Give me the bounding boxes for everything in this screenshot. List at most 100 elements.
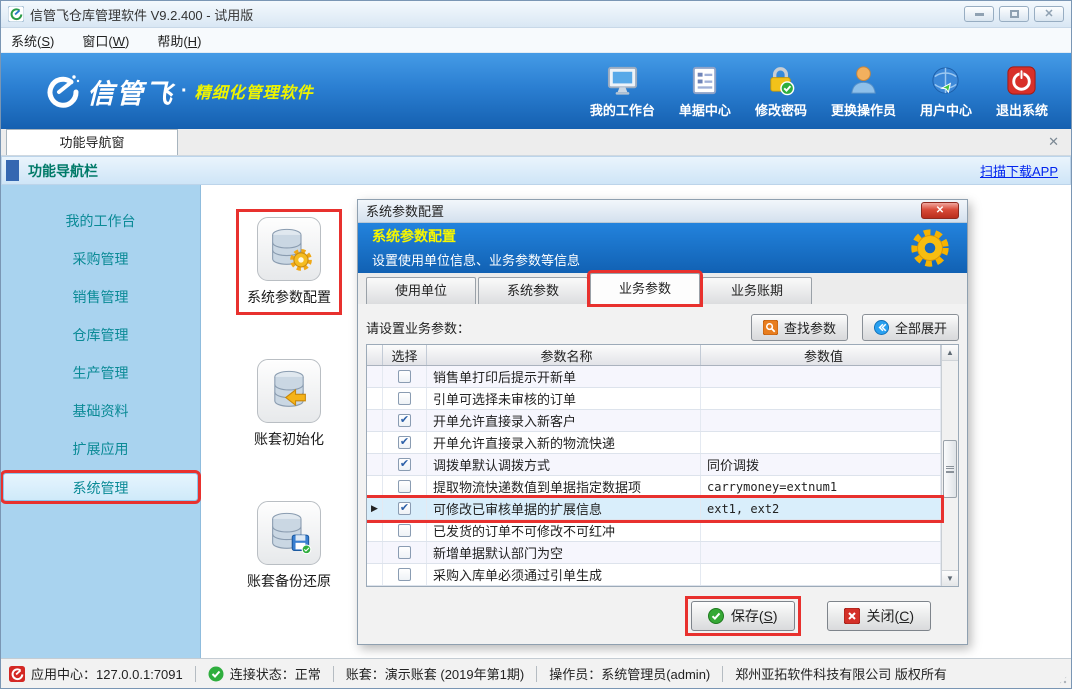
brand-logo-icon [41,71,81,111]
row-checkbox[interactable] [398,502,411,515]
toolbar-switch-operator[interactable]: 更换操作员 [822,60,905,123]
sidebar-item-purchase[interactable]: 采购管理 [3,245,198,273]
param-value: carrymoney=extnum1 [701,476,941,497]
expand-all-icon [874,320,889,335]
minimize-button[interactable] [964,6,994,22]
power-icon [1005,64,1038,97]
dialog-tab-company-info[interactable]: 使用单位 [366,277,476,304]
close-button[interactable]: ✕ [1034,6,1064,22]
row-indicator [367,432,383,453]
toolbar-my-workbench[interactable]: 我的工作台 [581,60,664,123]
table-row[interactable]: 引单可选择未审核的订单 [367,388,941,410]
save-button[interactable]: 保存(S) [691,601,795,631]
table-row[interactable]: 提取物流快递数值到单据指定数据项carrymoney=extnum1 [367,476,941,498]
maximize-button[interactable] [999,6,1029,22]
table-row[interactable]: ▶可修改已审核单据的扩展信息ext1, ext2 [367,498,941,520]
content-area: 我的工作台采购管理销售管理仓库管理生产管理基础资料扩展应用系统管理 系统参数配置… [1,185,1071,658]
find-params-button[interactable]: 查找参数 [751,314,848,341]
param-value: ext1, ext2 [701,498,941,519]
row-checkbox[interactable] [398,392,411,405]
indicator-column-header [367,345,383,365]
row-checkbox[interactable] [398,480,411,493]
dialog-tab-system-params[interactable]: 系统参数 [478,277,588,304]
row-checkbox[interactable] [398,414,411,427]
table-row[interactable]: 销售单打印后提示开新单 [367,366,941,388]
scroll-up-icon[interactable]: ▲ [942,345,958,361]
status-app-center: 应用中心：127.0.0.1:7091 [9,664,183,683]
param-value [701,520,941,541]
menu-system[interactable]: 系统(S) [11,31,54,50]
row-indicator [367,542,383,563]
toolbar-button-label: 单据中心 [679,100,731,119]
dialog-banner: 系统参数配置 设置使用单位信息、业务参数等信息 [358,223,967,273]
tab-function-nav[interactable]: 功能导航窗 [6,129,178,155]
shortcut-system-params-config[interactable]: 系统参数配置 [236,209,342,315]
toolbar-exit-system[interactable]: 退出系统 [987,60,1057,123]
vertical-scrollbar[interactable]: ▲ ▼ [941,345,958,586]
system-params-dialog: 系统参数配置 ✕ 系统参数配置 设置使用单位信息、业务参数等信息 使用单位系统参… [357,199,968,645]
dialog-close-button[interactable]: ✕ [921,202,959,219]
nav-header: 功能导航栏 扫描下载APP [1,156,1071,185]
param-name: 开单允许直接录入新的物流快递 [427,432,701,453]
window-title: 信管飞仓库管理软件 V9.2.400 - 试用版 [30,5,253,24]
shortcut-account-backup-restore[interactable]: 账套备份还原 [236,493,342,599]
minimize-icon [975,13,984,16]
toolbar-document-center[interactable]: 单据中心 [670,60,740,123]
tab-close-icon[interactable]: ✕ [1048,134,1059,150]
dialog-tab-business-params[interactable]: 业务参数 [590,273,700,304]
table-row[interactable]: 开单允许直接录入新客户 [367,410,941,432]
row-checkbox[interactable] [398,458,411,471]
table-row[interactable]: 采购入库单必须通过引单生成 [367,564,941,586]
sidebar-item-production[interactable]: 生产管理 [3,359,198,387]
expand-all-button[interactable]: 全部展开 [862,314,959,341]
table-row[interactable]: 已发货的订单不可修改不可红冲 [367,520,941,542]
sidebar-item-sales[interactable]: 销售管理 [3,283,198,311]
row-checkbox[interactable] [398,546,411,559]
nav-header-icon [6,160,19,181]
database-arrow-icon[interactable] [257,359,321,423]
dialog-tab-business-periods[interactable]: 业务账期 [702,277,812,304]
maximize-icon [1010,10,1019,18]
table-row[interactable]: 新增单据默认部门为空 [367,542,941,564]
row-checkbox[interactable] [398,436,411,449]
row-checkbox[interactable] [398,524,411,537]
row-indicator: ▶ [367,498,383,519]
download-app-link[interactable]: 扫描下载APP [980,161,1058,180]
row-checkbox[interactable] [398,370,411,383]
document-icon [688,64,721,97]
save-highlight: 保存(S) [685,596,801,636]
brand: 信管飞 · 精细化管理软件 [41,71,314,111]
scroll-thumb[interactable] [943,440,957,498]
dialog-close-footer-button[interactable]: 关闭(C) [827,601,931,631]
sidebar: 我的工作台采购管理销售管理仓库管理生产管理基础资料扩展应用系统管理 [1,185,201,658]
toolbar-user-center[interactable]: 用户中心 [911,60,981,123]
param-name: 引单可选择未审核的订单 [427,388,701,409]
sidebar-item-system-admin[interactable]: 系统管理 [3,473,198,501]
toolbar-change-password[interactable]: 修改密码 [746,60,816,123]
param-value: 同价调拨 [701,454,941,475]
param-value [701,432,941,453]
menu-window[interactable]: 窗口(W) [82,31,129,50]
database-backup-icon[interactable] [257,501,321,565]
shortcut-list: 系统参数配置账套初始化账套备份还原 [221,209,357,599]
table-row[interactable]: 调拨单默认调拨方式同价调拨 [367,454,941,476]
param-value [701,366,941,387]
monitor-icon [606,64,639,97]
scroll-down-icon[interactable]: ▼ [942,570,958,586]
sidebar-item-base-data[interactable]: 基础资料 [3,397,198,425]
main-panel: 系统参数配置账套初始化账套备份还原 系统参数配置 ✕ 系统参数配置 设置使用单位… [201,185,1071,658]
menu-help[interactable]: 帮助(H) [157,31,201,50]
banner-title: 系统参数配置 [372,226,580,246]
table-row[interactable]: 开单允许直接录入新的物流快递 [367,432,941,454]
main-toolbar: 信管飞 · 精细化管理软件 我的工作台单据中心修改密码更换操作员用户中心退出系统 [1,53,1071,129]
shortcut-account-init[interactable]: 账套初始化 [243,351,335,457]
sidebar-item-my-workbench[interactable]: 我的工作台 [3,207,198,235]
database-gear-icon[interactable] [257,217,321,281]
row-checkbox[interactable] [398,568,411,581]
row-indicator [367,388,383,409]
param-name: 提取物流快递数值到单据指定数据项 [427,476,701,497]
param-name: 已发货的订单不可修改不可红冲 [427,520,701,541]
sidebar-item-extensions[interactable]: 扩展应用 [3,435,198,463]
resize-grip[interactable] [1058,675,1068,685]
sidebar-item-warehouse[interactable]: 仓库管理 [3,321,198,349]
